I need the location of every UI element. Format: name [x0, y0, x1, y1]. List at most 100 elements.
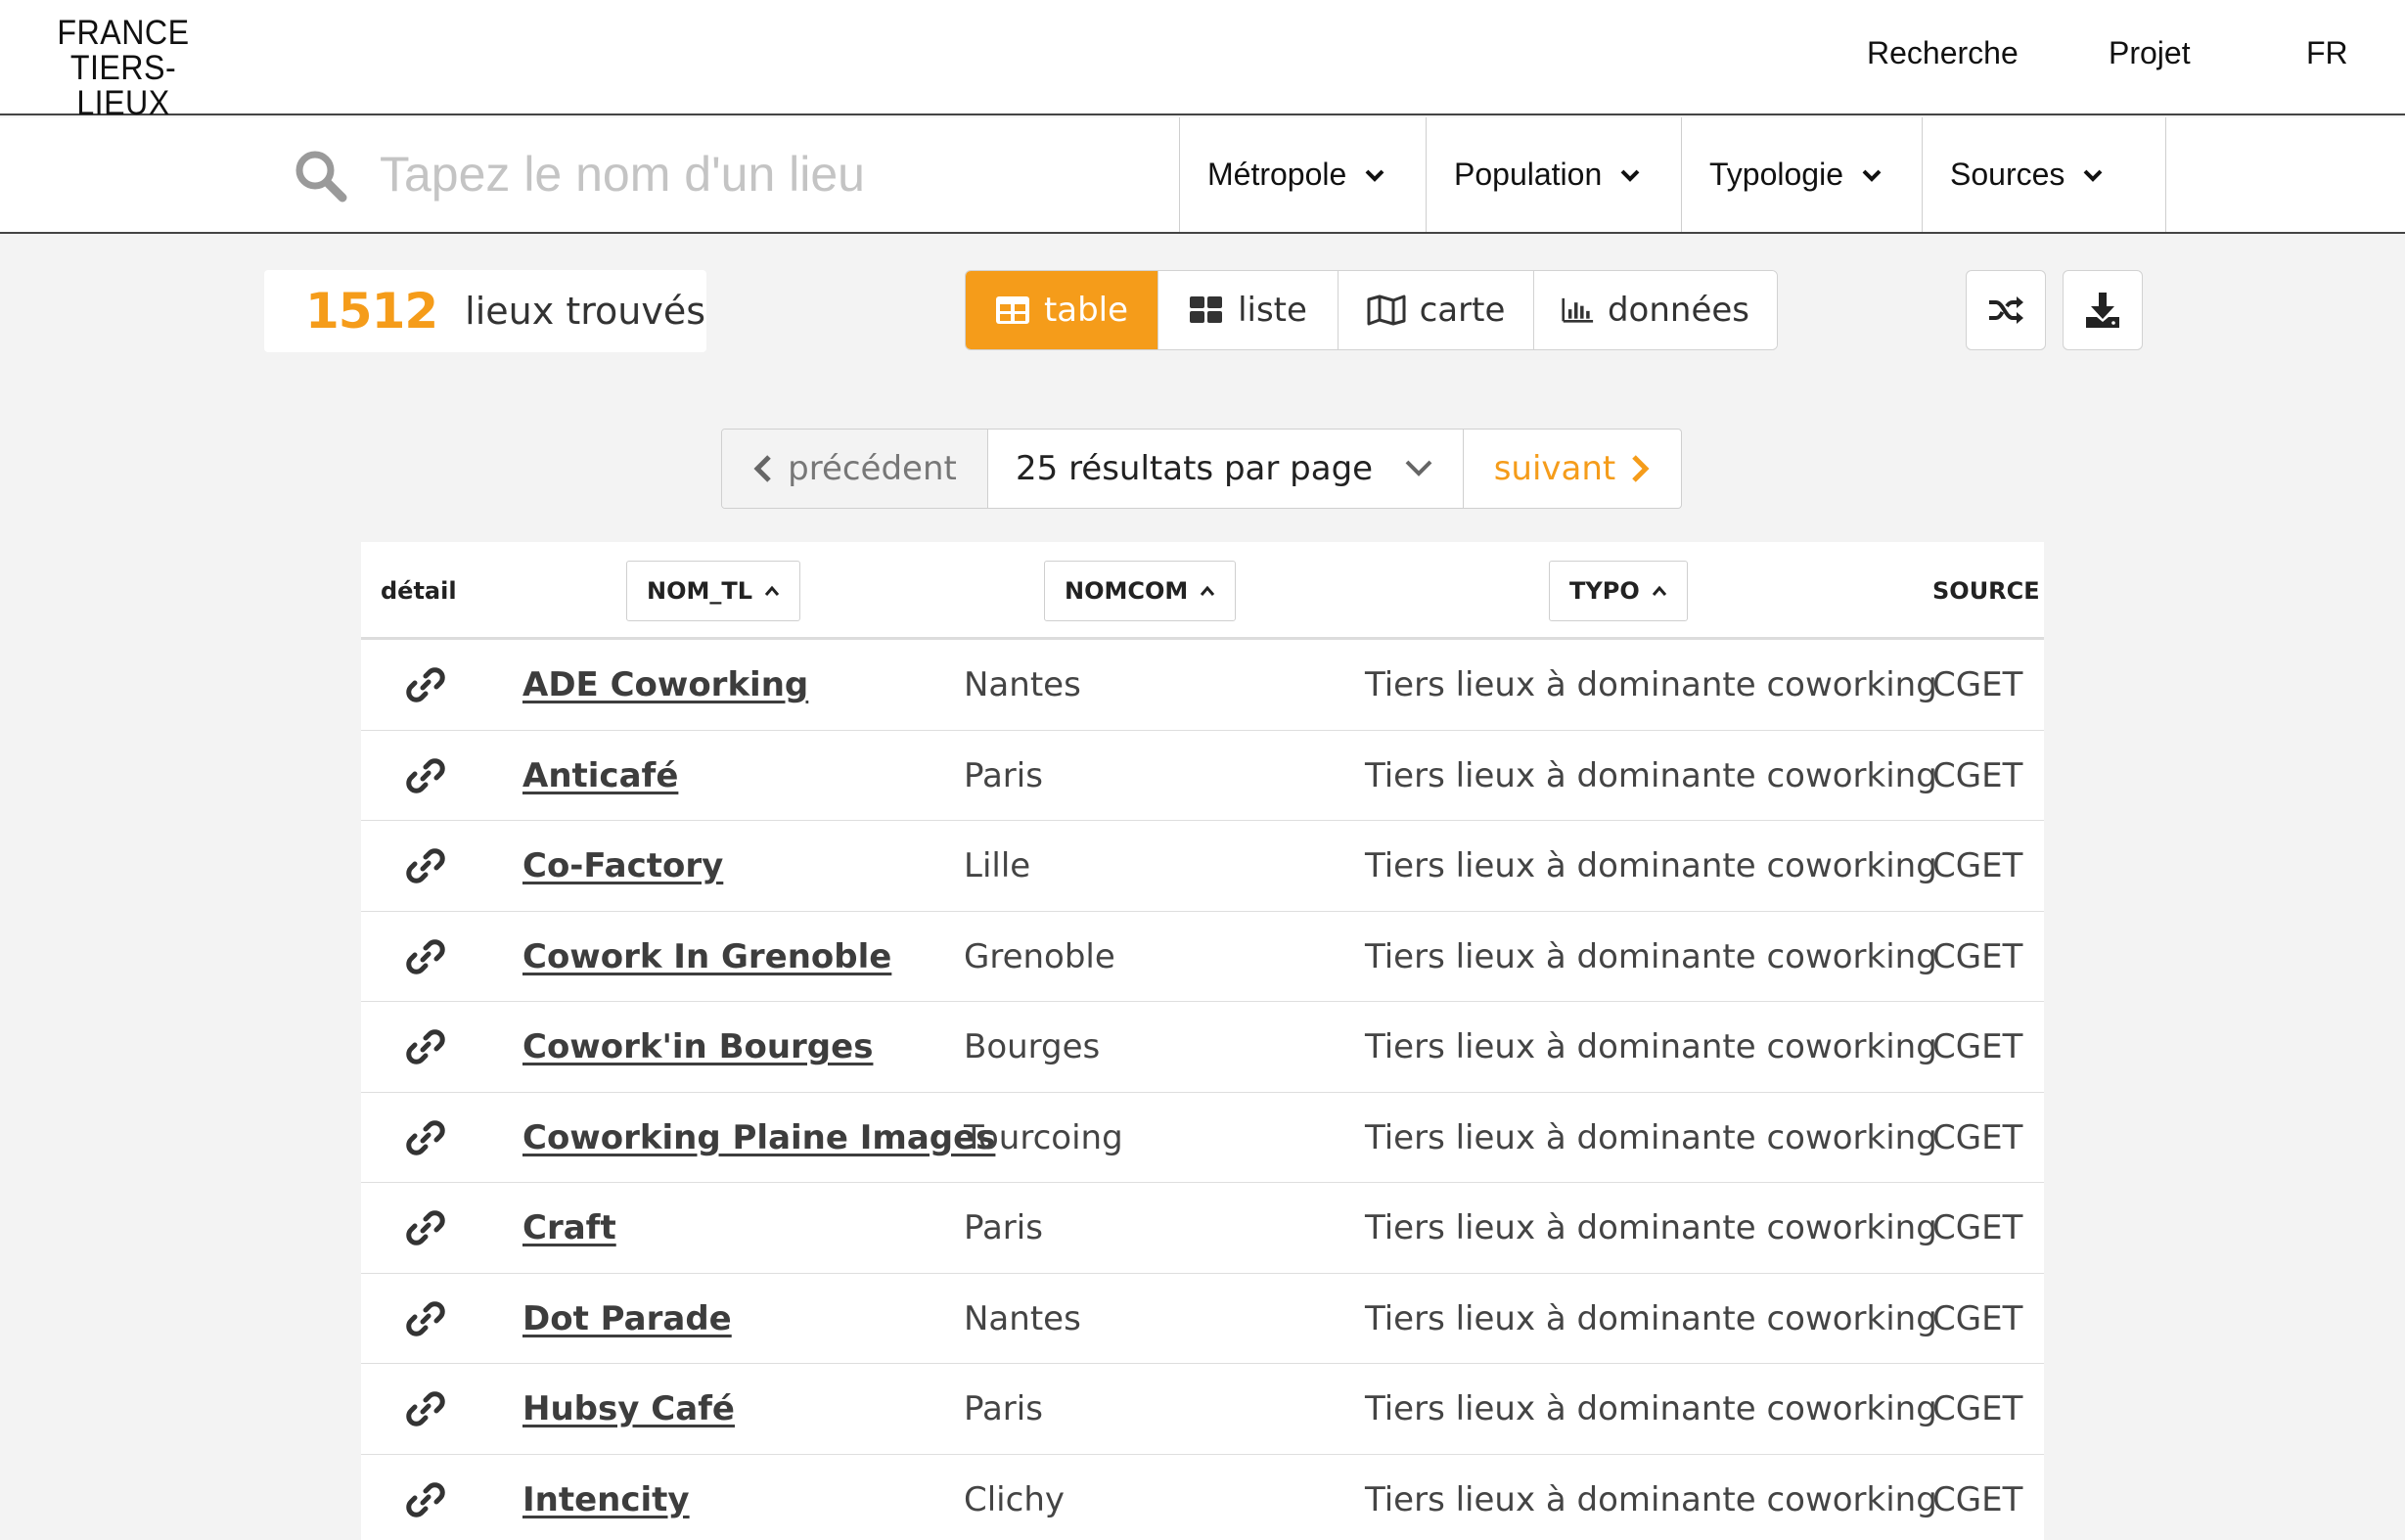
- city-cell: Clichy: [964, 1479, 1065, 1519]
- place-name-link[interactable]: Coworking Plaine Images: [522, 1093, 995, 1183]
- table-row: Dot Parade Nantes Tiers lieux à dominante …: [361, 1274, 2044, 1364]
- filter-typologie[interactable]: Typologie: [1681, 117, 1922, 232]
- nav-language[interactable]: FR: [2306, 35, 2348, 71]
- search-bar: Métropole Population Typologie Sources: [0, 117, 2405, 234]
- bar-chart-icon: [1562, 297, 1594, 323]
- results-count-box: 1512 lieux trouvés: [264, 270, 706, 352]
- place-name-link[interactable]: Intencity: [522, 1455, 690, 1540]
- table-header: détail NOM_TL NOMCOM TYPO SOURCE: [361, 542, 2044, 640]
- source-cell: CGET: [1932, 755, 2023, 795]
- typology-cell: Tiers lieux à dominante coworking: [1365, 1389, 1937, 1428]
- typology-cell: Tiers lieux à dominante coworking: [1365, 1208, 1937, 1247]
- grid-icon: [1190, 296, 1223, 323]
- download-button[interactable]: [2063, 270, 2143, 350]
- filter-population[interactable]: Population: [1426, 117, 1681, 232]
- chevron-up-icon: [764, 585, 780, 596]
- place-name-link[interactable]: Cowork In Grenoble: [522, 912, 891, 1002]
- city-cell: Paris: [964, 1208, 1043, 1247]
- view-toggle: table liste carte données: [965, 270, 1778, 350]
- city-cell: Tourcoing: [964, 1117, 1123, 1157]
- source-cell: CGET: [1932, 1479, 2023, 1519]
- view-list-label: liste: [1238, 291, 1307, 330]
- logo-line1: FRANCE: [57, 14, 190, 52]
- link-icon[interactable]: [406, 1299, 445, 1338]
- view-data-label: données: [1607, 291, 1749, 330]
- sort-nomcom-button[interactable]: NOMCOM: [1044, 561, 1237, 621]
- view-table-button[interactable]: table: [966, 271, 1157, 349]
- chevron-down-icon: [2083, 169, 2103, 182]
- view-map-button[interactable]: carte: [1338, 271, 1533, 349]
- chevron-down-icon: [1365, 169, 1384, 182]
- top-navbar: FRANCE TIERS-LIEUX Recherche Projet FR: [0, 0, 2405, 128]
- view-data-button[interactable]: données: [1533, 271, 1777, 349]
- city-cell: Lille: [964, 846, 1031, 885]
- view-table-label: table: [1043, 291, 1129, 330]
- header-name-label: NOM_TL: [647, 577, 753, 605]
- place-name-link[interactable]: Hubsy Café: [522, 1364, 735, 1454]
- previous-page-button[interactable]: précédent: [722, 430, 988, 508]
- place-name-link[interactable]: Dot Parade: [522, 1274, 732, 1364]
- link-icon[interactable]: [406, 756, 445, 795]
- next-page-button[interactable]: suivant: [1464, 430, 1681, 508]
- typology-cell: Tiers lieux à dominante coworking: [1365, 665, 1937, 704]
- logo[interactable]: FRANCE TIERS-LIEUX: [35, 16, 211, 128]
- link-icon[interactable]: [406, 1208, 445, 1247]
- table-row: Anticafé Paris Tiers lieux à dominante cow…: [361, 731, 2044, 821]
- link-icon[interactable]: [406, 1389, 445, 1428]
- filter-sources[interactable]: Sources: [1922, 117, 2166, 232]
- nav-recherche[interactable]: Recherche: [1867, 35, 2019, 71]
- chevron-down-icon: [1405, 460, 1432, 476]
- place-name-link[interactable]: Craft: [522, 1183, 616, 1273]
- chevron-left-icon: [753, 455, 771, 482]
- shuffle-icon: [1989, 296, 2023, 324]
- city-cell: Bourges: [964, 1027, 1101, 1066]
- shuffle-button[interactable]: [1966, 270, 2046, 350]
- table-row: Co-Factory Lille Tiers lieux à dominante c…: [361, 821, 2044, 912]
- table-body: ADE Coworking Nantes Tiers lieux à dominan…: [361, 640, 2044, 1540]
- source-cell: CGET: [1932, 1027, 2023, 1066]
- city-cell: Grenoble: [964, 936, 1115, 976]
- place-name-link[interactable]: Co-Factory: [522, 821, 723, 911]
- download-icon: [2086, 293, 2119, 328]
- place-name-link[interactable]: Cowork'in Bourges: [522, 1002, 873, 1092]
- link-icon[interactable]: [406, 1027, 445, 1066]
- per-page-value: 25 résultats par page: [1016, 449, 1374, 488]
- filter-metropole-label: Métropole: [1207, 157, 1347, 192]
- pagination: précédent 25 résultats par page suivant: [721, 429, 1682, 509]
- view-list-button[interactable]: liste: [1157, 271, 1338, 349]
- typology-cell: Tiers lieux à dominante coworking: [1365, 936, 1937, 976]
- link-icon[interactable]: [406, 1118, 445, 1157]
- typology-cell: Tiers lieux à dominante coworking: [1365, 755, 1937, 795]
- link-icon[interactable]: [406, 846, 445, 885]
- chevron-right-icon: [1632, 455, 1650, 482]
- source-cell: CGET: [1932, 1208, 2023, 1247]
- city-cell: Paris: [964, 755, 1043, 795]
- table-row: Intencity Clichy Tiers lieux à dominante c…: [361, 1455, 2044, 1540]
- filter-metropole[interactable]: Métropole: [1179, 117, 1426, 232]
- filter-sources-label: Sources: [1950, 157, 2065, 192]
- search-icon: [295, 151, 347, 203]
- link-icon[interactable]: [406, 665, 445, 704]
- next-page-label: suivant: [1493, 449, 1616, 488]
- sort-nom-tl-button[interactable]: NOM_TL: [626, 561, 801, 621]
- search-input[interactable]: [380, 139, 1162, 209]
- place-name-link[interactable]: ADE Coworking: [522, 640, 808, 730]
- place-name-link[interactable]: Anticafé: [522, 731, 678, 821]
- sort-typo-button[interactable]: TYPO: [1549, 561, 1688, 621]
- logo-line2: TIERS-LIEUX: [69, 49, 177, 122]
- nav-projet[interactable]: Projet: [2109, 35, 2191, 71]
- link-icon[interactable]: [406, 1480, 445, 1519]
- chevron-down-icon: [1862, 169, 1882, 182]
- chevron-up-icon: [1652, 585, 1666, 596]
- link-icon[interactable]: [406, 937, 445, 976]
- table-row: Coworking Plaine Images Tourcoing Tiers li…: [361, 1093, 2044, 1183]
- header-detail: détail: [381, 577, 457, 605]
- source-cell: CGET: [1932, 1117, 2023, 1157]
- source-cell: CGET: [1932, 846, 2023, 885]
- per-page-select[interactable]: 25 résultats par page: [988, 430, 1464, 508]
- source-cell: CGET: [1932, 1389, 2023, 1428]
- table-row: Cowork'in Bourges Bourges Tiers lieux à do…: [361, 1002, 2044, 1093]
- table-row: Craft Paris Tiers lieux à dominante cowork…: [361, 1183, 2044, 1274]
- filter-typologie-label: Typologie: [1709, 157, 1843, 192]
- typology-cell: Tiers lieux à dominante coworking: [1365, 1027, 1937, 1066]
